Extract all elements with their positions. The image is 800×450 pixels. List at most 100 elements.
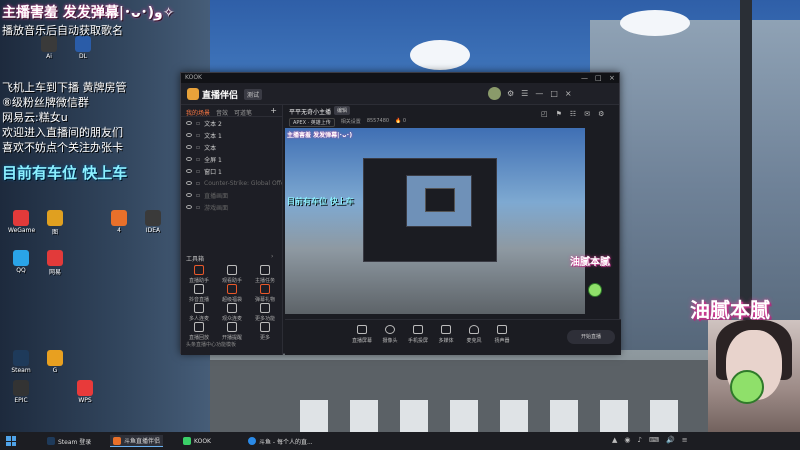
visibility-eye-icon[interactable] <box>186 133 192 137</box>
avatar[interactable] <box>488 87 501 100</box>
desktop-icon[interactable]: QQ <box>8 250 34 274</box>
lock-icon[interactable]: ▫ <box>196 204 200 211</box>
source-item[interactable]: ▫ 全屏 1 <box>181 153 282 165</box>
desktop-icon[interactable]: IDEA <box>140 210 166 234</box>
start-stream-button[interactable]: 开始直播 <box>567 330 615 344</box>
source-item[interactable]: ▫ 文本 <box>181 141 282 153</box>
stream-preview[interactable]: 主播害羞 发发弹幕|･ᴗ･) 目前有车位 快上车 <box>285 128 585 314</box>
desktop-icon[interactable]: WPS <box>72 380 98 404</box>
desktop-icon[interactable]: Ai <box>36 36 62 60</box>
toolbox-item[interactable]: 更多 <box>250 322 280 341</box>
app-logo: 直播伴侣 测试 <box>187 87 263 101</box>
tab-pen[interactable]: 可道笔 <box>234 108 252 117</box>
visibility-eye-icon[interactable] <box>186 169 192 173</box>
toolbox-item[interactable]: 弹幕礼物 <box>250 284 280 303</box>
source-item[interactable]: ▫ 窗口 1 <box>181 165 282 177</box>
lock-icon[interactable]: ▫ <box>196 144 200 151</box>
volume-icon[interactable]: 🔊 <box>666 436 675 444</box>
desktop-icon[interactable]: WeGame <box>8 210 35 234</box>
source-item[interactable]: ▫ 文本 2 <box>181 117 282 129</box>
taskbar-item-kook[interactable]: KOOK <box>180 435 214 447</box>
toolbox-item[interactable]: 直播回放 <box>184 322 214 341</box>
taskbar-item-browser[interactable]: 斗鱼 - 每个人的直... <box>245 435 316 447</box>
toolbox-item[interactable]: 多人连麦 <box>184 303 214 322</box>
minimize-icon[interactable]: — <box>535 89 543 98</box>
speaker-button[interactable]: 扬声器 <box>489 325 515 344</box>
visibility-eye-icon[interactable] <box>186 145 192 149</box>
toolbox-item[interactable]: 观众连麦 <box>217 303 247 322</box>
toolbox-item[interactable]: 超级福袋 <box>217 284 247 303</box>
panel-footer-link[interactable]: 头条直播中心功能模板 <box>186 341 236 348</box>
microphone-button[interactable]: 麦克风 <box>461 325 487 344</box>
desktop-icon[interactable]: DL <box>70 36 96 60</box>
version-badge[interactable]: 测试 <box>244 88 263 100</box>
lock-icon[interactable]: ▫ <box>196 132 200 139</box>
visibility-eye-icon[interactable] <box>186 181 192 185</box>
source-label: 文本 1 <box>204 132 222 140</box>
menu-icon[interactable]: ☰ <box>521 89 528 98</box>
dinosaur-sticker-icon <box>588 283 602 297</box>
source-item[interactable]: ▫ Counter-Strike: Global Offensive - Dire… <box>181 177 282 189</box>
tool-label: 更多 <box>259 335 270 341</box>
tool-icon <box>260 303 270 313</box>
close-button[interactable]: × <box>609 74 615 82</box>
source-item[interactable]: ▫ 直播画面 <box>181 189 282 201</box>
layout-icon[interactable]: ◰ <box>541 110 548 118</box>
tray-music-icon[interactable]: ♪ <box>638 436 642 444</box>
toolbox-more-icon[interactable]: › <box>271 253 273 260</box>
maximize-icon[interactable]: □ <box>550 89 558 98</box>
toolbox-item[interactable]: 主播任务 <box>250 265 280 284</box>
edit-room-button[interactable]: 编辑 <box>334 106 351 115</box>
visibility-eye-icon[interactable] <box>186 157 192 161</box>
settings-link[interactable]: 相关设置 <box>341 118 361 127</box>
toolbox-item[interactable]: 抖音直播 <box>184 284 214 303</box>
notification-icon[interactable]: ≡ <box>682 436 688 444</box>
start-button[interactable] <box>6 436 16 446</box>
phone-cast-button[interactable]: 手机投屏 <box>405 325 431 344</box>
media-button[interactable]: 多媒体 <box>433 325 459 344</box>
source-item[interactable]: ▫ 文本 1 <box>181 129 282 141</box>
flag-icon[interactable]: ⚑ <box>556 110 562 118</box>
tab-my-scenes[interactable]: 我的场景 <box>186 108 210 117</box>
gear-icon[interactable]: ⚙ <box>598 110 604 118</box>
visibility-eye-icon[interactable] <box>186 121 192 125</box>
maximize-button[interactable]: □ <box>595 74 602 82</box>
message-icon[interactable]: ✉ <box>584 110 590 118</box>
crosswalk-stripe <box>650 400 678 436</box>
toolbox-item[interactable]: 更多功能 <box>250 303 280 322</box>
taskbar-item-steam[interactable]: Steam 登录 <box>44 435 94 447</box>
desktop-icon[interactable]: EPIC <box>8 380 34 404</box>
tab-sound-effects[interactable]: 音效 <box>216 108 228 117</box>
visibility-eye-icon[interactable] <box>186 193 192 197</box>
visibility-eye-icon[interactable] <box>186 205 192 209</box>
tray-expand-icon[interactable]: ▲ <box>612 436 617 444</box>
desktop-icon[interactable]: 4 <box>106 210 132 234</box>
keyboard-icon[interactable]: ⌨ <box>649 436 659 444</box>
window-brand: KOOK <box>185 74 202 81</box>
source-item[interactable]: ▫ 游戏画面 <box>181 201 282 213</box>
lock-icon[interactable]: ▫ <box>196 192 200 199</box>
lock-icon[interactable]: ▫ <box>196 156 200 163</box>
desktop-icon[interactable]: Steam <box>8 350 34 374</box>
screen-capture-button[interactable]: 直播屏幕 <box>349 325 375 344</box>
lock-icon[interactable]: ▫ <box>196 120 200 127</box>
desktop-icon[interactable]: 网易 <box>42 250 68 276</box>
desktop-icon[interactable]: G <box>42 350 68 374</box>
category-chip[interactable]: APEX · 英雄上传 <box>289 118 335 127</box>
lock-icon[interactable]: ▫ <box>196 180 200 187</box>
add-source-icon[interactable]: + <box>270 107 277 115</box>
toolbox-item[interactable]: 观看助手 <box>217 265 247 284</box>
camera-button[interactable]: 摄像头 <box>377 325 403 344</box>
settings-icon[interactable]: ⚙ <box>507 89 514 98</box>
desktop-icon[interactable]: 图 <box>42 210 68 236</box>
taskbar-item-live-companion[interactable]: 斗鱼直播伴侣 <box>110 435 164 447</box>
list-icon[interactable]: ☷ <box>570 110 576 118</box>
toolbox-item[interactable]: 开播提醒 <box>217 322 247 341</box>
kook-icon <box>183 437 191 445</box>
tray-app-icon[interactable]: ◉ <box>624 436 630 444</box>
toolbox-item[interactable]: 直播助手 <box>184 265 214 284</box>
logo-mark-icon <box>187 88 199 100</box>
minimize-button[interactable]: — <box>581 74 588 82</box>
close-icon[interactable]: × <box>565 89 572 98</box>
lock-icon[interactable]: ▫ <box>196 168 200 175</box>
